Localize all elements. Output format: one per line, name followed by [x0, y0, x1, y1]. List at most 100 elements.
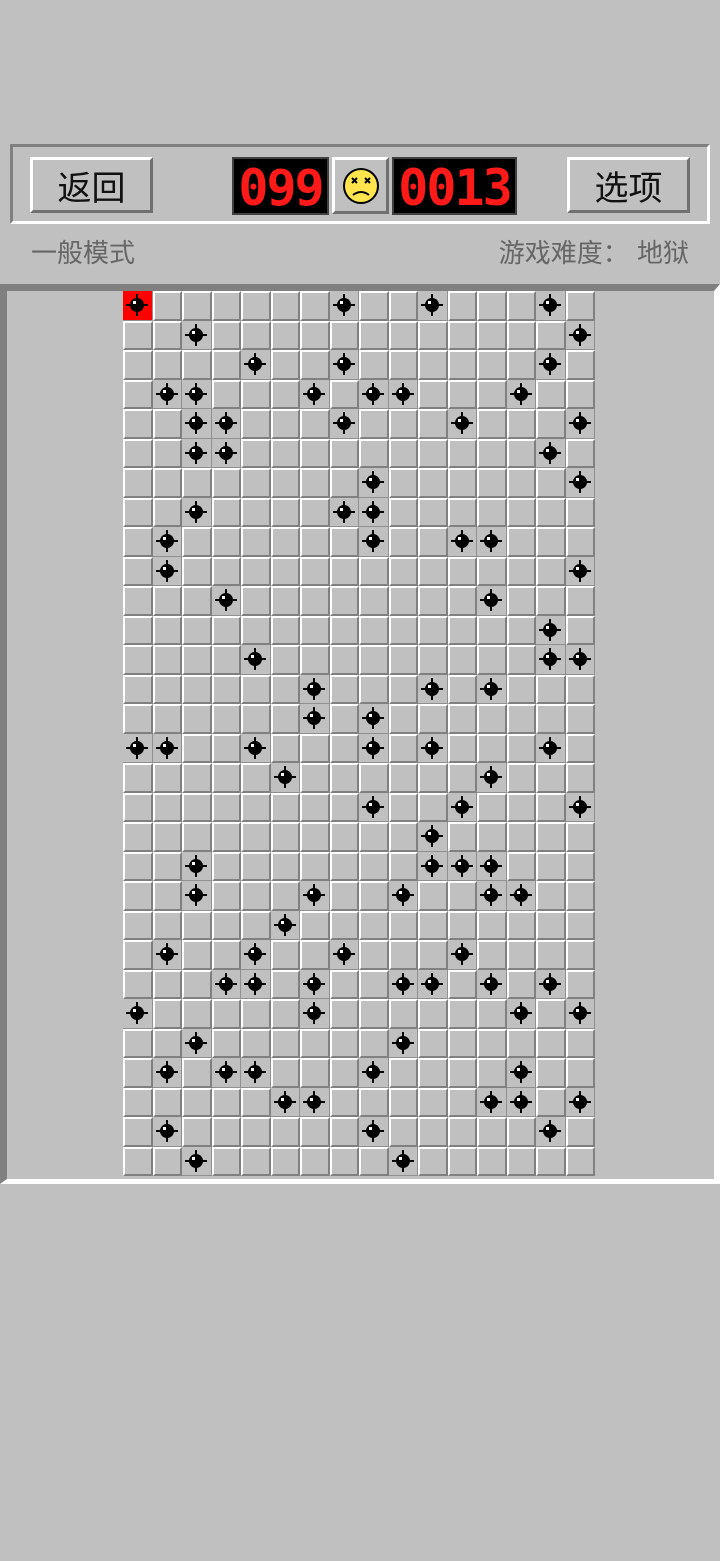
- covered-cell[interactable]: [536, 792, 566, 822]
- covered-cell[interactable]: [300, 822, 330, 852]
- covered-cell[interactable]: [506, 527, 536, 557]
- covered-cell[interactable]: [270, 527, 300, 557]
- mine-cell[interactable]: [477, 881, 507, 911]
- covered-cell[interactable]: [418, 527, 448, 557]
- covered-cell[interactable]: [329, 438, 359, 468]
- covered-cell[interactable]: [123, 763, 153, 793]
- mine-cell[interactable]: [418, 291, 448, 321]
- covered-cell[interactable]: [182, 969, 212, 999]
- covered-cell[interactable]: [211, 792, 241, 822]
- covered-cell[interactable]: [536, 940, 566, 970]
- mine-cell[interactable]: [211, 1058, 241, 1088]
- covered-cell[interactable]: [388, 999, 418, 1029]
- covered-cell[interactable]: [241, 497, 271, 527]
- covered-cell[interactable]: [359, 822, 389, 852]
- covered-cell[interactable]: [270, 409, 300, 439]
- covered-cell[interactable]: [241, 409, 271, 439]
- covered-cell[interactable]: [300, 615, 330, 645]
- covered-cell[interactable]: [211, 763, 241, 793]
- covered-cell[interactable]: [152, 468, 182, 498]
- covered-cell[interactable]: [477, 438, 507, 468]
- covered-cell[interactable]: [241, 556, 271, 586]
- covered-cell[interactable]: [536, 468, 566, 498]
- back-button[interactable]: 返回: [30, 157, 153, 213]
- covered-cell[interactable]: [123, 320, 153, 350]
- covered-cell[interactable]: [477, 320, 507, 350]
- covered-cell[interactable]: [152, 969, 182, 999]
- covered-cell[interactable]: [270, 320, 300, 350]
- covered-cell[interactable]: [152, 704, 182, 734]
- mine-cell[interactable]: [388, 379, 418, 409]
- mine-cell[interactable]: [329, 409, 359, 439]
- mine-cell[interactable]: [388, 969, 418, 999]
- covered-cell[interactable]: [447, 468, 477, 498]
- mine-cell[interactable]: [565, 792, 595, 822]
- covered-cell[interactable]: [241, 910, 271, 940]
- covered-cell[interactable]: [211, 940, 241, 970]
- covered-cell[interactable]: [123, 468, 153, 498]
- mine-cell[interactable]: [418, 733, 448, 763]
- covered-cell[interactable]: [329, 586, 359, 616]
- mine-cell[interactable]: [565, 645, 595, 675]
- mine-cell[interactable]: [506, 1087, 536, 1117]
- mine-cell[interactable]: [241, 1058, 271, 1088]
- mine-cell[interactable]: [300, 704, 330, 734]
- covered-cell[interactable]: [477, 615, 507, 645]
- covered-cell[interactable]: [565, 527, 595, 557]
- covered-cell[interactable]: [418, 438, 448, 468]
- covered-cell[interactable]: [182, 1058, 212, 1088]
- covered-cell[interactable]: [182, 556, 212, 586]
- covered-cell[interactable]: [241, 468, 271, 498]
- covered-cell[interactable]: [152, 910, 182, 940]
- covered-cell[interactable]: [152, 320, 182, 350]
- covered-cell[interactable]: [388, 851, 418, 881]
- covered-cell[interactable]: [447, 497, 477, 527]
- covered-cell[interactable]: [565, 1117, 595, 1147]
- covered-cell[interactable]: [388, 674, 418, 704]
- covered-cell[interactable]: [329, 645, 359, 675]
- covered-cell[interactable]: [477, 999, 507, 1029]
- mine-cell[interactable]: [536, 615, 566, 645]
- covered-cell[interactable]: [418, 1028, 448, 1058]
- mine-cell[interactable]: [152, 556, 182, 586]
- mine-cell[interactable]: [565, 1087, 595, 1117]
- covered-cell[interactable]: [211, 999, 241, 1029]
- covered-cell[interactable]: [152, 674, 182, 704]
- covered-cell[interactable]: [241, 999, 271, 1029]
- mine-cell[interactable]: [536, 291, 566, 321]
- covered-cell[interactable]: [241, 438, 271, 468]
- covered-cell[interactable]: [506, 940, 536, 970]
- covered-cell[interactable]: [211, 350, 241, 380]
- covered-cell[interactable]: [447, 733, 477, 763]
- covered-cell[interactable]: [388, 350, 418, 380]
- covered-cell[interactable]: [211, 615, 241, 645]
- covered-cell[interactable]: [329, 468, 359, 498]
- covered-cell[interactable]: [300, 851, 330, 881]
- mine-cell[interactable]: [182, 881, 212, 911]
- covered-cell[interactable]: [565, 586, 595, 616]
- covered-cell[interactable]: [211, 881, 241, 911]
- covered-cell[interactable]: [123, 527, 153, 557]
- covered-cell[interactable]: [211, 527, 241, 557]
- covered-cell[interactable]: [536, 556, 566, 586]
- covered-cell[interactable]: [329, 527, 359, 557]
- covered-cell[interactable]: [211, 468, 241, 498]
- covered-cell[interactable]: [123, 497, 153, 527]
- mine-cell[interactable]: [388, 1146, 418, 1176]
- mine-cell[interactable]: [359, 468, 389, 498]
- exploded-mine-cell[interactable]: [123, 291, 153, 321]
- covered-cell[interactable]: [241, 586, 271, 616]
- covered-cell[interactable]: [565, 940, 595, 970]
- covered-cell[interactable]: [241, 881, 271, 911]
- covered-cell[interactable]: [506, 350, 536, 380]
- covered-cell[interactable]: [506, 822, 536, 852]
- covered-cell[interactable]: [506, 586, 536, 616]
- mine-cell[interactable]: [565, 556, 595, 586]
- covered-cell[interactable]: [211, 320, 241, 350]
- covered-cell[interactable]: [182, 350, 212, 380]
- covered-cell[interactable]: [388, 527, 418, 557]
- covered-cell[interactable]: [447, 615, 477, 645]
- covered-cell[interactable]: [565, 851, 595, 881]
- mine-cell[interactable]: [418, 674, 448, 704]
- covered-cell[interactable]: [388, 497, 418, 527]
